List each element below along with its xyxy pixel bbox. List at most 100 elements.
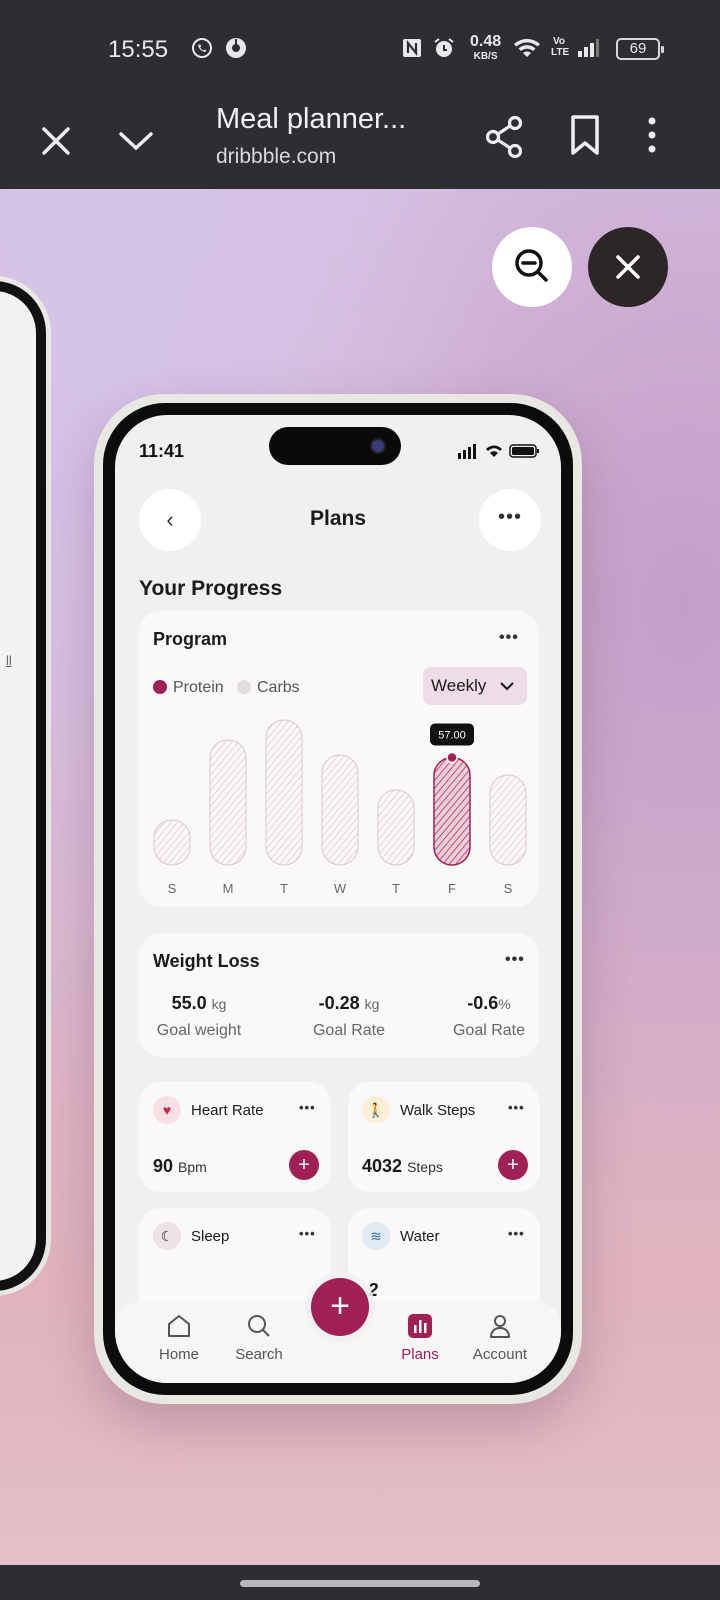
stat-label: Goal Rate [452, 1022, 526, 1039]
page-domain: dribbble.com [216, 145, 337, 168]
stat-label: Goal weight [156, 1022, 242, 1039]
stat-unit: kg [364, 996, 380, 1012]
moon-icon: ☾ [153, 1222, 181, 1250]
sleep-more-icon[interactable]: ••• [299, 1226, 316, 1241]
chart-bar[interactable] [377, 789, 415, 866]
stat-label: Goal Rate [312, 1022, 386, 1039]
camera-icon [370, 438, 386, 454]
tab-home[interactable]: Home [139, 1312, 219, 1363]
phone-bezel: 11:41 ‹ Plans ••• Your Progress Program … [103, 403, 573, 1395]
heart-more-icon[interactable]: ••• [299, 1100, 316, 1115]
more-horiz-icon: ••• [497, 506, 522, 528]
heart-rate-number: 90 [153, 1156, 174, 1176]
heart-rate-card[interactable]: ♥ Heart Rate ••• 90 Bpm + [139, 1082, 331, 1192]
phone-status-time: 11:41 [139, 441, 185, 461]
chart-bar[interactable] [433, 756, 471, 866]
program-chart: S M T W T F 57.00 S [153, 719, 527, 896]
weight-loss-card: Weight Loss ••• 55.0 kg Goal weight -0.28… [139, 933, 539, 1057]
gesture-bar [0, 1565, 720, 1600]
signal-icon [578, 39, 599, 57]
x-tick-label: S [504, 881, 513, 896]
tooltip-label: 57.00 [438, 730, 466, 742]
program-card: Program ••• Protein Carbs Weekly SMTWTF5… [139, 611, 539, 907]
adjacent-phone-mockup: ll [0, 281, 46, 1291]
dynamic-island [269, 427, 401, 465]
stat-unit: kg [211, 996, 227, 1012]
tab-label: Account [472, 1346, 528, 1363]
stat-goal-rate-kg: -0.28 kg Goal Rate [299, 993, 399, 1040]
chart-bar[interactable] [265, 719, 303, 866]
home-indicator[interactable] [240, 1580, 480, 1587]
chart-bar[interactable] [209, 739, 247, 866]
close-icon [616, 255, 640, 279]
weight-more-icon[interactable]: ••• [505, 951, 525, 969]
progress-heading: Your Progress [139, 577, 283, 600]
bookmark-icon[interactable] [563, 113, 607, 157]
chart-bar[interactable] [153, 819, 191, 866]
chart-bar[interactable] [489, 774, 527, 866]
walk-more-icon[interactable]: ••• [508, 1100, 525, 1115]
status-time: 15:55 [108, 36, 169, 63]
close-icon[interactable] [34, 119, 78, 163]
tab-account[interactable]: Account [460, 1312, 540, 1363]
highlight-point [446, 751, 458, 764]
x-tick-label: W [334, 881, 347, 896]
x-tick-label: M [223, 881, 234, 896]
home-icon [168, 1315, 190, 1337]
more-options-button[interactable]: ••• [479, 489, 541, 551]
phone-mockup: 11:41 ‹ Plans ••• Your Progress Program … [94, 394, 582, 1404]
stat-value: -0.28 [318, 993, 360, 1013]
add-heart-rate-button[interactable]: + [289, 1150, 319, 1180]
stat-goal-weight: 55.0 kg Goal weight [149, 993, 249, 1040]
heart-rate-unit: Bpm [178, 1159, 207, 1175]
phone-screen: 11:41 ‹ Plans ••• Your Progress Program … [115, 415, 561, 1383]
nfc-icon [403, 39, 421, 57]
walk-steps-value: 4032 Steps [362, 1156, 443, 1177]
whatsapp-icon [192, 38, 212, 58]
android-status-bar: 15:55 0.48 KB/S Vo LTE 69 [0, 0, 720, 95]
add-fab-button[interactable]: + [311, 1278, 369, 1336]
x-tick-label: S [168, 881, 177, 896]
tab-label: Home [158, 1346, 199, 1363]
x-tick-label: T [280, 881, 288, 896]
tab-plans[interactable]: Plans [380, 1312, 460, 1363]
page-title: Meal planner... [216, 103, 407, 135]
zoom-out-icon [515, 249, 548, 282]
water-title: Water [400, 1228, 440, 1245]
wifi-icon [514, 38, 540, 57]
image-viewer: ll 11:41 ‹ Plans ••• Your Progress Progr… [0, 189, 720, 1565]
plus-icon: + [330, 1287, 350, 1325]
chart-icon [408, 1314, 432, 1338]
plus-icon: + [507, 1154, 519, 1176]
plus-icon: + [298, 1154, 310, 1176]
share-icon[interactable] [482, 114, 528, 160]
walking-icon: 🚶 [362, 1096, 390, 1124]
app-notification-icon [226, 38, 246, 58]
heart-rate-value: 90 Bpm [153, 1156, 207, 1177]
tab-search[interactable]: Search [219, 1312, 299, 1363]
stat-goal-rate-pct: -0.6% Goal Rate [439, 993, 539, 1040]
add-walk-steps-button[interactable]: + [498, 1150, 528, 1180]
browser-top-bar: Meal planner... dribbble.com [0, 95, 720, 189]
walk-steps-card[interactable]: 🚶 Walk Steps ••• 4032 Steps + [348, 1082, 540, 1192]
heart-icon: ♥ [153, 1096, 181, 1124]
water-more-icon[interactable]: ••• [508, 1226, 525, 1241]
walk-steps-title: Walk Steps [400, 1102, 476, 1119]
volte-indicator: Vo LTE [551, 36, 570, 58]
water-value-fragment: 2 [368, 1280, 379, 1300]
chevron-down-icon[interactable] [114, 119, 158, 163]
weight-loss-title: Weight Loss [153, 951, 260, 971]
chart-bar[interactable] [321, 754, 359, 866]
alarm-icon [434, 38, 454, 57]
sleep-title: Sleep [191, 1228, 230, 1245]
network-speed: 0.48 KB/S [470, 33, 502, 63]
close-viewer-button[interactable] [588, 227, 668, 307]
tab-label: Search [235, 1346, 283, 1363]
stat-unit: % [498, 996, 511, 1012]
waves-icon: ≋ [362, 1222, 390, 1250]
more-vert-icon[interactable] [642, 113, 662, 157]
x-tick-label: T [392, 881, 400, 896]
zoom-out-button[interactable] [492, 227, 572, 307]
user-icon [490, 1315, 510, 1338]
stat-value: 55.0 [171, 993, 207, 1013]
